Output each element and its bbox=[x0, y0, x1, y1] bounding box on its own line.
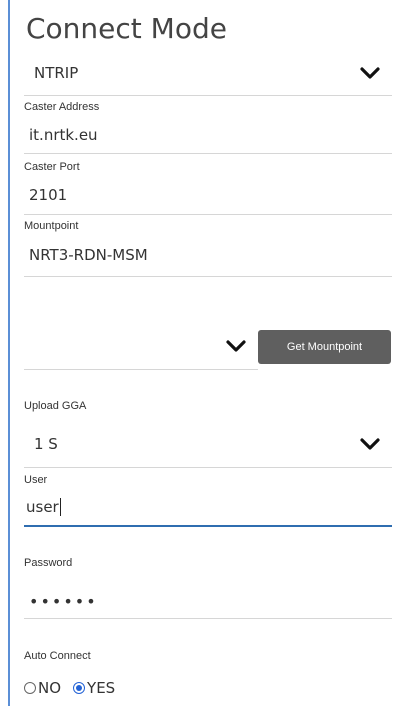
password-label: Password bbox=[24, 557, 73, 569]
connect-mode-value: NTRIP bbox=[34, 64, 79, 82]
text-caret bbox=[59, 498, 61, 516]
auto-connect-label: Auto Connect bbox=[24, 650, 91, 662]
caster-address-value: it.nrtk.eu bbox=[29, 126, 98, 144]
upload-gga-select[interactable]: 1 S bbox=[24, 423, 392, 468]
connect-mode-select[interactable]: NTRIP bbox=[24, 53, 392, 96]
mountpoint-label: Mountpoint bbox=[24, 220, 79, 232]
mountpoint-field[interactable]: NRT3-RDN-MSM bbox=[24, 237, 392, 277]
radio-no-icon[interactable] bbox=[24, 682, 36, 694]
left-border-line bbox=[8, 0, 10, 706]
caster-address-label: Caster Address bbox=[24, 101, 100, 113]
caster-port-field[interactable]: 2101 bbox=[24, 178, 392, 215]
chevron-down-icon bbox=[226, 340, 246, 354]
mountpoint-value: NRT3-RDN-MSM bbox=[29, 246, 148, 264]
caster-port-label: Caster Port bbox=[24, 161, 80, 173]
chevron-down-icon bbox=[360, 67, 380, 81]
radio-yes-icon[interactable] bbox=[73, 682, 86, 694]
auto-connect-options: NO YES bbox=[24, 679, 127, 697]
get-mountpoint-button[interactable]: Get Mountpoint bbox=[258, 330, 391, 364]
mountpoint-picker-select[interactable] bbox=[24, 330, 258, 370]
chevron-down-icon bbox=[360, 438, 380, 452]
password-field[interactable]: •••••• bbox=[24, 584, 392, 619]
caster-address-field[interactable]: it.nrtk.eu bbox=[24, 118, 392, 154]
page-title: Connect Mode bbox=[26, 12, 227, 45]
user-label: User bbox=[24, 474, 48, 486]
user-value-wrap: user bbox=[26, 498, 61, 516]
upload-gga-label: Upload GGA bbox=[24, 400, 87, 412]
auto-connect-no-label[interactable]: NO bbox=[38, 679, 61, 697]
password-value: •••••• bbox=[29, 592, 98, 611]
user-field[interactable]: user bbox=[24, 492, 392, 527]
auto-connect-yes-label[interactable]: YES bbox=[87, 679, 115, 697]
user-value: user bbox=[26, 498, 59, 516]
caster-port-value: 2101 bbox=[29, 186, 68, 204]
upload-gga-value: 1 S bbox=[34, 435, 58, 453]
